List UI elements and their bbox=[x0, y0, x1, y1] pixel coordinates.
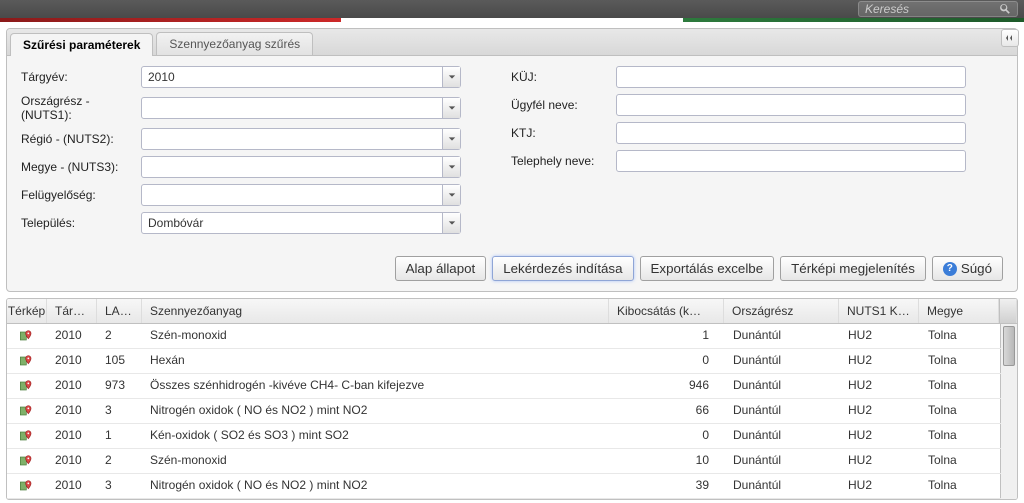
label-ktj: KTJ: bbox=[511, 126, 616, 140]
label-ugyfel: Ügyfél neve: bbox=[511, 98, 616, 112]
chevron-down-icon[interactable] bbox=[442, 157, 460, 177]
combo-targyev[interactable]: 2010 bbox=[141, 66, 461, 88]
table-row[interactable]: 20102Szén-monoxid1DunántúlHU2Tolna bbox=[7, 324, 1017, 349]
grid-body: 20102Szén-monoxid1DunántúlHU2Tolna201010… bbox=[7, 324, 1017, 499]
results-grid: Térkép Tárgyév LAL k... Szennyezőanyag K… bbox=[6, 298, 1018, 500]
chevron-down-icon[interactable] bbox=[442, 67, 460, 87]
map-pin-icon[interactable] bbox=[7, 324, 47, 348]
flag-stripe bbox=[0, 18, 1024, 22]
label-megye: Megye - (NUTS3): bbox=[21, 160, 141, 174]
label-telephely: Telephely neve: bbox=[511, 154, 616, 168]
combo-regio[interactable] bbox=[141, 128, 461, 150]
label-telepules: Település: bbox=[21, 216, 141, 230]
col-year[interactable]: Tárgyév bbox=[47, 299, 97, 323]
grid-header: Térkép Tárgyév LAL k... Szennyezőanyag K… bbox=[7, 299, 1017, 324]
input-telephely-neve[interactable] bbox=[616, 150, 966, 172]
global-search[interactable]: Keresés bbox=[858, 1, 1018, 17]
col-emission[interactable]: Kibocsátás (kg/év) bbox=[609, 299, 724, 323]
col-county[interactable]: Megye bbox=[919, 299, 999, 323]
chevron-down-icon[interactable] bbox=[442, 213, 460, 233]
map-pin-icon[interactable] bbox=[7, 424, 47, 448]
map-view-button[interactable]: Térképi megjelenítés bbox=[780, 256, 926, 281]
reset-button[interactable]: Alap állapot bbox=[395, 256, 487, 281]
map-pin-icon[interactable] bbox=[7, 349, 47, 373]
combo-megye[interactable] bbox=[141, 156, 461, 178]
label-regio: Régió - (NUTS2): bbox=[21, 132, 141, 146]
table-row[interactable]: 20103Nitrogén oxidok ( NO és NO2 ) mint … bbox=[7, 399, 1017, 424]
chevron-down-icon[interactable] bbox=[442, 185, 460, 205]
tab-pollutant-filter[interactable]: Szennyezőanyag szűrés bbox=[156, 32, 313, 55]
input-kuj[interactable] bbox=[616, 66, 966, 88]
map-pin-icon[interactable] bbox=[7, 399, 47, 423]
col-lal[interactable]: LAL k... bbox=[97, 299, 142, 323]
search-icon bbox=[999, 3, 1011, 15]
col-map[interactable]: Térkép bbox=[7, 299, 47, 323]
label-felugyeloseg: Felügyelőség: bbox=[21, 188, 141, 202]
table-row[interactable]: 2010105Hexán0DunántúlHU2Tolna bbox=[7, 349, 1017, 374]
tab-strip: Szűrési paraméterek Szennyezőanyag szűré… bbox=[7, 29, 1017, 56]
run-query-button[interactable]: Lekérdezés indítása bbox=[492, 256, 633, 281]
label-targyev: Tárgyév: bbox=[21, 70, 141, 84]
filter-panel: Szűrési paraméterek Szennyezőanyag szűré… bbox=[6, 28, 1018, 292]
map-pin-icon[interactable] bbox=[7, 449, 47, 473]
input-ugyfel-neve[interactable] bbox=[616, 94, 966, 116]
combo-orszagresz[interactable] bbox=[141, 97, 461, 119]
table-row[interactable]: 20101Kén-oxidok ( SO2 és SO3 ) mint SO20… bbox=[7, 424, 1017, 449]
scroll-thumb[interactable] bbox=[1003, 326, 1015, 366]
button-bar: Alap állapot Lekérdezés indítása Exportá… bbox=[7, 248, 1017, 291]
col-region[interactable]: Országrész bbox=[724, 299, 839, 323]
combo-telepules[interactable]: Dombóvár bbox=[141, 212, 461, 234]
help-button[interactable]: ? Súgó bbox=[932, 256, 1003, 281]
col-nuts1[interactable]: NUTS1 Kód bbox=[839, 299, 919, 323]
input-ktj[interactable] bbox=[616, 122, 966, 144]
chevron-down-icon[interactable] bbox=[442, 129, 460, 149]
export-excel-button[interactable]: Exportálás excelbe bbox=[640, 256, 775, 281]
map-pin-icon[interactable] bbox=[7, 474, 47, 498]
combo-felugyeloseg[interactable] bbox=[141, 184, 461, 206]
table-row[interactable]: 2010973Összes szénhidrogén -kivéve CH4- … bbox=[7, 374, 1017, 399]
col-pollutant[interactable]: Szennyezőanyag bbox=[142, 299, 609, 323]
top-bar: Keresés bbox=[0, 0, 1024, 18]
help-icon: ? bbox=[943, 262, 957, 276]
table-row[interactable]: 20103Nitrogén oxidok ( NO és NO2 ) mint … bbox=[7, 474, 1017, 499]
map-pin-icon[interactable] bbox=[7, 374, 47, 398]
table-row[interactable]: 20102Szén-monoxid10DunántúlHU2Tolna bbox=[7, 449, 1017, 474]
search-placeholder: Keresés bbox=[865, 2, 909, 16]
label-kuj: KÜJ: bbox=[511, 70, 616, 84]
collapse-right-icon[interactable] bbox=[1001, 29, 1019, 47]
label-orszagresz: Országrész - (NUTS1): bbox=[21, 94, 141, 122]
grid-scrollbar[interactable] bbox=[1001, 324, 1017, 499]
tab-filter-params[interactable]: Szűrési paraméterek bbox=[10, 33, 153, 56]
chevron-down-icon[interactable] bbox=[442, 98, 460, 118]
